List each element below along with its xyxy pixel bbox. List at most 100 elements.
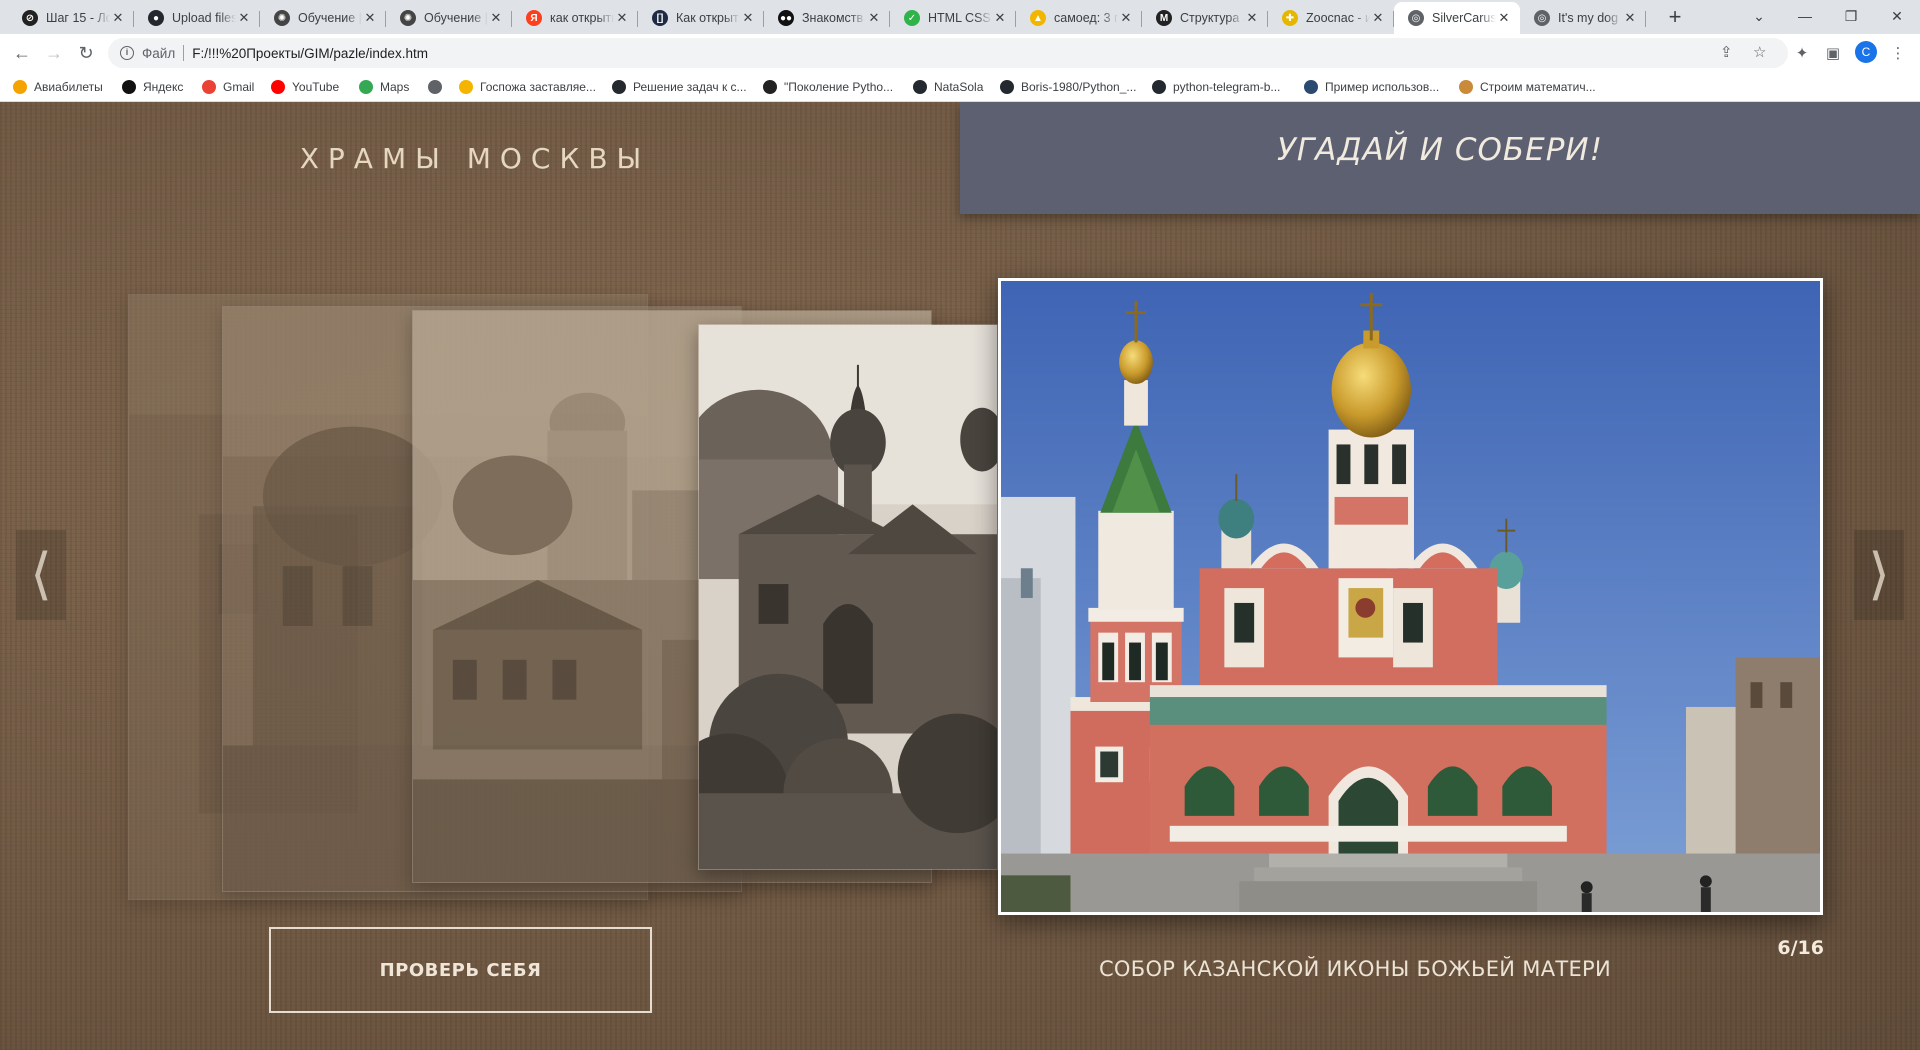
minimize-button[interactable]: — bbox=[1782, 0, 1828, 32]
tab-title: HTML CSS / bbox=[928, 11, 992, 25]
bookmark-item[interactable]: Gmail bbox=[202, 78, 254, 96]
bookmark-item[interactable]: Пример использов... bbox=[1304, 78, 1439, 96]
close-tab-icon[interactable]: ✕ bbox=[1370, 10, 1386, 26]
new-tab-button[interactable]: + bbox=[1661, 4, 1689, 32]
github-icon: ● bbox=[148, 10, 164, 26]
bookmark-item[interactable]: python-telegram-b... bbox=[1152, 78, 1280, 96]
tab-title: Как открыть bbox=[676, 11, 740, 25]
browser-tab[interactable]: ◎ It's my dog ✕ bbox=[1520, 2, 1646, 34]
bookmark-label: python-telegram-b... bbox=[1173, 80, 1281, 94]
browser-tab[interactable]: M Структура / ✕ bbox=[1142, 2, 1268, 34]
browser-tab[interactable]: ✚ Zoocnac - и ✕ bbox=[1268, 2, 1394, 34]
close-tab-icon[interactable]: ✕ bbox=[1622, 10, 1638, 26]
medium-icon: ●● bbox=[778, 10, 794, 26]
side-panel-icon[interactable]: ▣ bbox=[1821, 41, 1845, 65]
close-window-button[interactable]: ✕ bbox=[1874, 0, 1920, 32]
address-url[interactable]: F:/!!!%20Проекты/GIM/pazle/index.htm bbox=[192, 46, 428, 61]
tab-title: Обучение | bbox=[298, 11, 362, 25]
tab-strip: + ⌄ — ❐ ✕ ⊘ Шаг 15 - Ло ✕ ● Upload files ✕ ✺ Об… bbox=[0, 0, 1920, 34]
person-icon bbox=[1459, 80, 1473, 94]
bookmark-label: Строим математич... bbox=[1480, 80, 1596, 94]
image-icon: ▲ bbox=[1030, 10, 1046, 26]
bookmark-item[interactable]: Строим математич... bbox=[1459, 78, 1596, 96]
browser-tab[interactable]: Якак открыть ✕ bbox=[512, 2, 638, 34]
bookmark-label: Авиабилеты bbox=[34, 80, 103, 94]
forward-icon[interactable]: → bbox=[40, 39, 68, 67]
browser-tab[interactable]: ◎ SilverCarus ✕ bbox=[1394, 2, 1520, 34]
address-separator bbox=[183, 45, 185, 61]
globe-icon: ◎ bbox=[1534, 10, 1550, 26]
bookmark-label: Решение задач к с... bbox=[633, 80, 747, 94]
profile-avatar[interactable]: C bbox=[1855, 41, 1877, 63]
page-content: ХРАМЫ МОСКВЫ УГАДАЙ И СОБЕРИ! ⟨ ⟩ ПРОВЕР… bbox=[0, 102, 1920, 1050]
close-tab-icon[interactable]: ✕ bbox=[740, 10, 756, 26]
close-tab-icon[interactable]: ✕ bbox=[1496, 10, 1512, 26]
bookmark-item[interactable]: Яндекс bbox=[122, 78, 183, 96]
slide-caption: СОБОР КАЗАНСКОЙ ИКОНЫ БОЖЬЕЙ МАТЕРИ bbox=[1098, 957, 1612, 981]
bookmark-star-icon[interactable]: ☆ bbox=[1753, 43, 1766, 61]
browser-tab[interactable]: ● Upload files ✕ bbox=[134, 2, 260, 34]
next-slide-arrow[interactable]: ⟩ bbox=[1854, 530, 1904, 620]
browser-tab[interactable]: ✺ Обучение | ✕ bbox=[386, 2, 512, 34]
previous-slide-card-4[interactable] bbox=[698, 324, 998, 870]
bookmark-item[interactable]: "Поколение Pytho... bbox=[763, 78, 893, 96]
back-icon[interactable]: ← bbox=[8, 39, 36, 67]
stepik-icon bbox=[763, 80, 777, 94]
gmail-icon bbox=[202, 80, 216, 94]
close-tab-icon[interactable]: ✕ bbox=[488, 10, 504, 26]
tab-search-button[interactable]: ⌄ bbox=[1736, 0, 1782, 32]
share-icon[interactable]: ⇪ bbox=[1720, 43, 1733, 61]
extensions-icon[interactable]: ✦ bbox=[1790, 41, 1814, 65]
bookmark-item[interactable]: YouTube bbox=[271, 78, 339, 96]
bookmark-label: NataSola bbox=[934, 80, 984, 94]
browser-tab[interactable]: ⊘ Шаг 15 - Ло ✕ bbox=[8, 2, 134, 34]
globe-icon: ◎ bbox=[1408, 10, 1424, 26]
github-icon bbox=[612, 80, 626, 94]
bookmark-item[interactable]: Решение задач к с... bbox=[612, 78, 747, 96]
close-tab-icon[interactable]: ✕ bbox=[110, 10, 126, 26]
site-info-icon[interactable]: i bbox=[120, 46, 134, 60]
bookmark-item[interactable]: Maps bbox=[359, 78, 409, 96]
zoo-icon: ✚ bbox=[1282, 10, 1298, 26]
slogan-banner: УГАДАЙ И СОБЕРИ! bbox=[960, 102, 1920, 214]
bookmark-item[interactable]: Авиабилеты bbox=[13, 78, 103, 96]
browser-tab[interactable]: ✺ Обучение | ✕ bbox=[260, 2, 386, 34]
bookmark-label: Maps bbox=[380, 80, 410, 94]
bookmarks-bar: Авиабилеты Яндекс Gmail YouTube Maps Госпожа … bbox=[0, 72, 1920, 102]
reload-icon[interactable]: ↻ bbox=[72, 39, 100, 67]
slide-counter: 6/16 bbox=[1777, 937, 1824, 959]
browser-tab[interactable]: ▲ самоед: 3 п ✕ bbox=[1016, 2, 1142, 34]
bookmark-item[interactable] bbox=[428, 78, 449, 96]
bookmark-label: Пример использов... bbox=[1325, 80, 1440, 94]
close-tab-icon[interactable]: ✕ bbox=[1118, 10, 1134, 26]
close-tab-icon[interactable]: ✕ bbox=[992, 10, 1008, 26]
browser-tab[interactable]: ●● Знакомств ✕ bbox=[764, 2, 890, 34]
check-yourself-button[interactable]: ПРОВЕРЬ СЕБЯ bbox=[269, 927, 652, 1013]
check-icon: ✓ bbox=[904, 10, 920, 26]
tab-title: Upload files bbox=[172, 11, 236, 25]
tab-title: Структура / bbox=[1180, 11, 1244, 25]
tab-title: Zoocnac - и bbox=[1306, 11, 1370, 25]
tab-title: It's my dog bbox=[1558, 11, 1619, 25]
openai-icon: ✺ bbox=[400, 10, 416, 26]
main-slide-photo[interactable] bbox=[998, 278, 1823, 915]
github-icon bbox=[1152, 80, 1166, 94]
close-tab-icon[interactable]: ✕ bbox=[866, 10, 882, 26]
prev-slide-arrow[interactable]: ⟨ bbox=[16, 530, 66, 620]
bookmark-item[interactable]: Госпожа заставляе... bbox=[459, 78, 596, 96]
browser-tab[interactable]: [] Как открыть ✕ bbox=[638, 2, 764, 34]
browser-tab[interactable]: ✓ HTML CSS / ✕ bbox=[890, 2, 1016, 34]
browser-toolbar: ← → ↻ i Файл F:/!!!%20Проекты/GIM/pazle/… bbox=[0, 34, 1920, 72]
bookmark-item[interactable]: NataSola bbox=[913, 78, 983, 96]
menu-icon[interactable]: ⋮ bbox=[1886, 41, 1910, 65]
maximize-button[interactable]: ❐ bbox=[1828, 0, 1874, 32]
address-bar[interactable]: i Файл F:/!!!%20Проекты/GIM/pazle/index.… bbox=[108, 38, 1788, 68]
close-tab-icon[interactable]: ✕ bbox=[614, 10, 630, 26]
close-tab-icon[interactable]: ✕ bbox=[236, 10, 252, 26]
bookmark-item[interactable]: Boris-1980/Python_... bbox=[1000, 78, 1136, 96]
maps-icon bbox=[359, 80, 373, 94]
bookmark-label: Gmail bbox=[223, 80, 255, 94]
close-tab-icon[interactable]: ✕ bbox=[362, 10, 378, 26]
tab-title: как открыть bbox=[550, 11, 614, 25]
close-tab-icon[interactable]: ✕ bbox=[1244, 10, 1260, 26]
